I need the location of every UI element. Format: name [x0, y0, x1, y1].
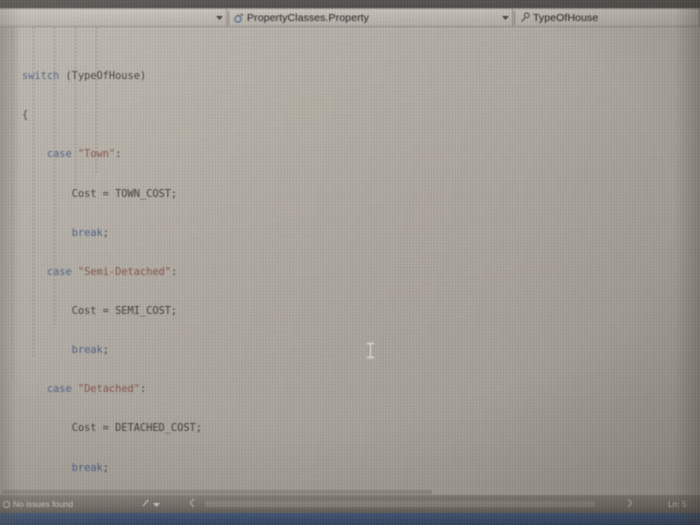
status-progress-track — [205, 501, 595, 507]
code-line[interactable]: case "Town": — [22, 148, 700, 161]
chevron-down-icon[interactable] — [499, 9, 512, 26]
project-dropdown[interactable] — [0, 8, 226, 27]
dropdown-divider — [514, 10, 515, 25]
member-dropdown-label: TypeOfHouse — [533, 11, 599, 24]
chevron-right-icon[interactable] — [627, 498, 633, 509]
type-dropdown[interactable]: PropertyClasses.Property — [226, 8, 512, 27]
code-line[interactable]: break; — [22, 344, 700, 357]
code-line[interactable]: { — [22, 109, 700, 122]
code-line[interactable]: break; — [22, 227, 700, 240]
horizontal-scrollbar-thumb[interactable] — [2, 490, 432, 494]
dropdown-divider — [228, 10, 229, 25]
windows-taskbar — [0, 513, 700, 525]
code-line[interactable]: break; — [22, 462, 700, 475]
zoom-control[interactable] — [142, 499, 160, 510]
zoom-control-icon — [142, 499, 151, 510]
member-dropdown[interactable]: TypeOfHouse — [512, 8, 700, 27]
chevron-down-icon[interactable] — [213, 9, 226, 26]
code-line[interactable]: Cost = TOWN_COST; — [22, 188, 700, 201]
status-issues-label: No issues found — [13, 499, 74, 509]
code-line[interactable]: Cost = SEMI_COST; — [22, 305, 700, 318]
code-line[interactable]: switch (TypeOfHouse) — [22, 70, 700, 83]
info-circle-icon — [3, 500, 10, 508]
type-dropdown-label: PropertyClasses.Property — [247, 11, 370, 24]
code-line[interactable]: case "Semi-Detached": — [22, 266, 700, 279]
class-icon — [231, 10, 246, 25]
code-line[interactable]: case "Detached": — [22, 383, 700, 396]
visual-studio-screenshot: ses PropertyClasses.Property — [0, 0, 700, 525]
code-line[interactable]: Cost = DETACHED_COST; — [22, 422, 700, 435]
code-text-block[interactable]: switch (TypeOfHouse) { case "Town": Cost… — [0, 27, 700, 495]
status-issues[interactable]: No issues found — [0, 499, 73, 509]
caret-position-indicator: Ln: 5 — [668, 499, 687, 509]
code-editor[interactable]: switch (TypeOfHouse) { case "Town": Cost… — [0, 27, 700, 495]
property-icon — [517, 10, 532, 25]
chevron-down-icon[interactable] — [153, 499, 160, 509]
code-navigation-bar: PropertyClasses.Property TypeOfHouse — [0, 8, 700, 27]
status-bar: No issues found Ln: 5 — [0, 495, 700, 513]
chevron-left-icon[interactable] — [189, 498, 195, 509]
